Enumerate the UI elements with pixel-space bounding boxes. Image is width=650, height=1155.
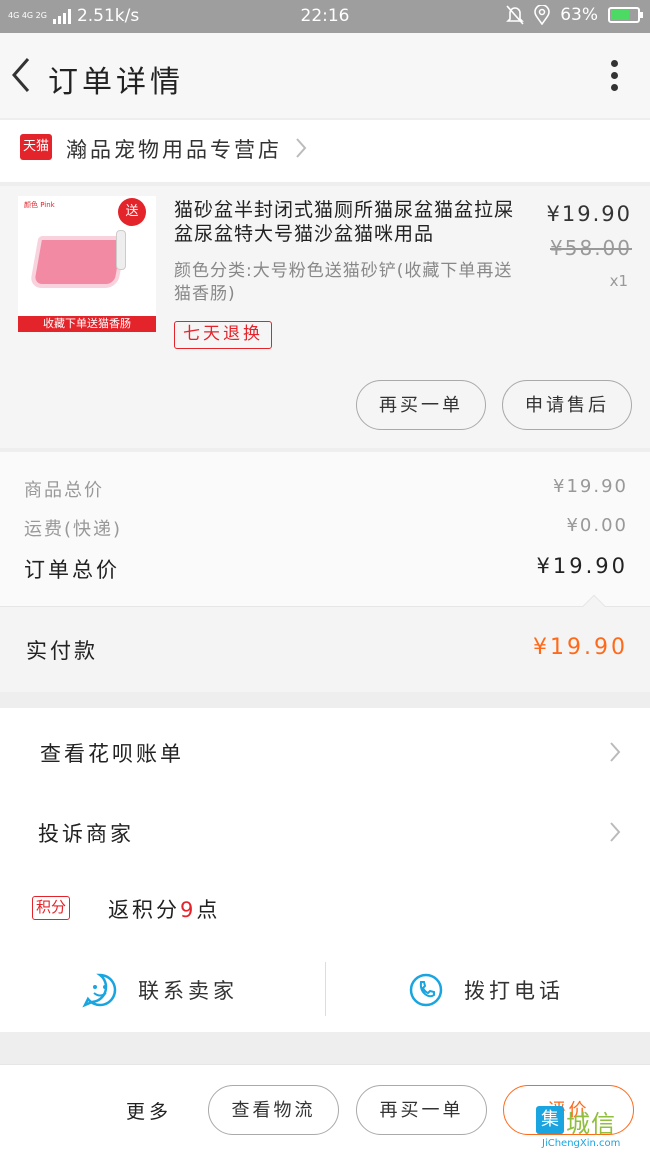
order-total-value: ¥19.90 xyxy=(536,554,628,578)
more-vertical-icon[interactable] xyxy=(608,57,620,97)
image-variant-text: 颜色 Pink xyxy=(24,201,55,209)
view-logistics-button[interactable]: 查看物流 xyxy=(208,1085,339,1135)
chat-bubble-icon xyxy=(82,973,117,1008)
image-caption: 收藏下单送猫香肠 xyxy=(18,316,156,332)
goods-total-value: ¥19.90 xyxy=(553,476,628,497)
contact-bar: 联系卖家 拨打电话 xyxy=(0,960,650,1032)
call-phone-label: 拨打电话 xyxy=(464,979,564,1003)
points-reward-row: 积分 返积分9点 xyxy=(0,878,650,938)
chevron-right-icon xyxy=(610,822,621,842)
order-actions-section: 查看花呗账单 投诉商家 积分 返积分9点 联系卖家 拨打电话 xyxy=(0,708,650,1032)
huabei-bill-row[interactable]: 查看花呗账单 xyxy=(0,712,650,792)
nav-bar: 订单详情 xyxy=(0,33,650,118)
divider xyxy=(325,962,326,1016)
seven-day-return-badge: 七天退换 xyxy=(174,321,272,349)
phone-icon xyxy=(409,973,443,1007)
back-chevron-icon[interactable] xyxy=(6,53,36,97)
goods-total-label: 商品总价 xyxy=(24,480,104,501)
more-link[interactable]: 更多 xyxy=(126,1097,172,1124)
store-name: 瀚品宠物用品专营店 xyxy=(66,138,282,162)
complain-seller-row[interactable]: 投诉商家 xyxy=(0,792,650,872)
after-sale-button[interactable]: 申请售后 xyxy=(502,380,632,430)
status-bar: 4G 4G 2G 2.51k/s 22:16 63% xyxy=(0,0,650,33)
shipping-label: 运费(快递) xyxy=(24,519,123,540)
gift-badge: 送 xyxy=(118,198,146,226)
price-summary: 商品总价 ¥19.90 运费(快递) ¥0.00 订单总价 ¥19.90 xyxy=(0,452,650,606)
original-price: ¥58.00 xyxy=(550,236,632,260)
contact-seller-label: 联系卖家 xyxy=(138,979,238,1003)
status-icons: 63% xyxy=(506,5,643,25)
points-prefix: 返积分 xyxy=(108,898,180,922)
order-total-label: 订单总价 xyxy=(24,558,120,582)
mute-bell-icon xyxy=(506,5,525,25)
points-suffix: 点 xyxy=(196,898,221,922)
points-count: 9 xyxy=(180,898,197,922)
page-title: 订单详情 xyxy=(48,65,184,100)
contact-seller-button[interactable]: 联系卖家 xyxy=(82,970,238,1010)
battery-icon xyxy=(608,7,643,23)
paid-label: 实付款 xyxy=(26,639,98,663)
tmall-badge: 天猫 xyxy=(20,134,52,160)
complain-seller-label: 投诉商家 xyxy=(38,822,134,846)
huabei-bill-label: 查看花呗账单 xyxy=(40,742,184,766)
chevron-right-icon xyxy=(610,742,621,762)
product-image[interactable]: 颜色 Pink 送 收藏下单送猫香肠 xyxy=(18,196,156,332)
watermark: 集 城信 JiChengXin.com xyxy=(536,1104,646,1152)
points-badge: 积分 xyxy=(32,896,71,920)
product-title[interactable]: 猫砂盆半封闭式猫厕所猫尿盆猫盆拉屎盆尿盆特大号猫沙盆猫咪用品 xyxy=(174,198,526,246)
chevron-right-icon xyxy=(296,138,307,158)
watermark-cn: 城信 xyxy=(566,1110,616,1138)
points-text: 返积分9点 xyxy=(108,894,220,924)
paid-value: ¥19.90 xyxy=(533,635,628,660)
buy-again-bottom-button[interactable]: 再买一单 xyxy=(356,1085,487,1135)
location-icon xyxy=(534,5,551,25)
battery-percent: 63% xyxy=(560,5,598,25)
store-header[interactable]: 天猫 瀚品宠物用品专营店 xyxy=(0,120,650,182)
watermark-en: JiChengXin.com xyxy=(542,1138,621,1149)
buy-again-button[interactable]: 再买一单 xyxy=(356,380,486,430)
product-price: ¥19.90 xyxy=(546,202,632,226)
product-card[interactable]: 颜色 Pink 送 收藏下单送猫香肠 猫砂盆半封闭式猫厕所猫尿盆猫盆拉屎盆尿盆特… xyxy=(0,186,650,448)
product-quantity: x1 xyxy=(609,272,628,290)
shipping-value: ¥0.00 xyxy=(566,515,628,536)
scoop-shape xyxy=(116,230,126,270)
watermark-logo: 集 xyxy=(536,1106,564,1134)
product-spec: 颜色分类:大号粉色送猫砂铲(收藏下单再送猫香肠) xyxy=(174,261,513,304)
call-phone-button[interactable]: 拨打电话 xyxy=(408,970,564,1010)
litter-tray-shape xyxy=(29,236,127,288)
paid-amount-row: 实付款 ¥19.90 xyxy=(0,594,650,692)
